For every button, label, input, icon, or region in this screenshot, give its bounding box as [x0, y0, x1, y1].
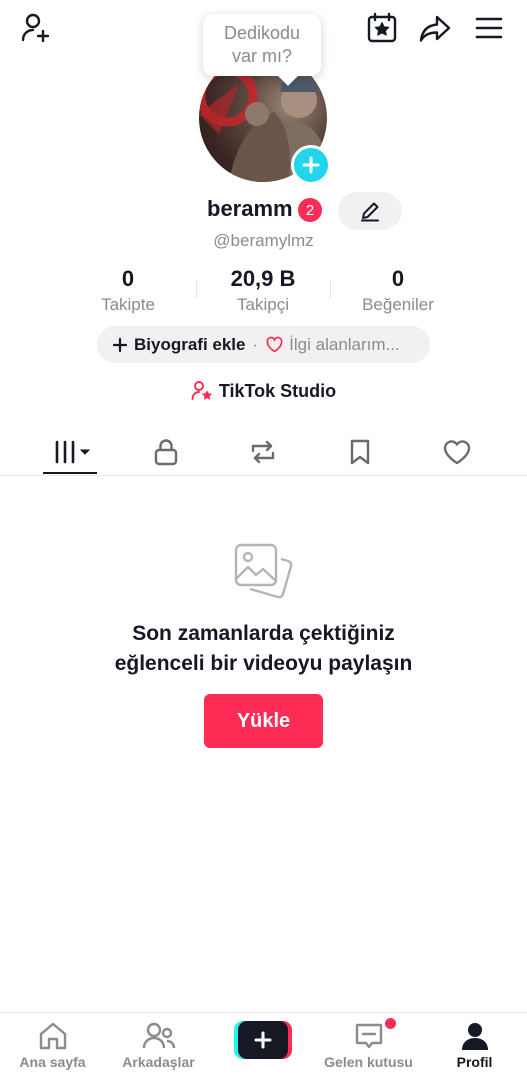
plus-icon: [302, 156, 320, 174]
nav-home[interactable]: Ana sayfa: [0, 1021, 105, 1070]
likes-count: 0: [391, 266, 405, 291]
friends-icon: [142, 1022, 175, 1049]
nav-profile-label: Profil: [456, 1054, 493, 1070]
videos-grid-icon: [55, 440, 91, 464]
nav-friends[interactable]: Arkadaşlar: [106, 1021, 211, 1070]
add-friend-button[interactable]: [18, 10, 54, 46]
following-label: Takipte: [101, 295, 155, 314]
pencil-icon: [361, 202, 379, 222]
menu-icon: [475, 17, 503, 39]
inbox-icon: [355, 1023, 382, 1049]
user-handle: @beramylmz: [213, 231, 314, 250]
add-user-icon: [21, 13, 50, 43]
heart-icon: [443, 440, 471, 465]
followers-label: Takipçi: [237, 295, 289, 314]
lock-icon: [154, 439, 178, 466]
menu-button[interactable]: [471, 10, 507, 46]
add-story-button[interactable]: [291, 145, 331, 185]
tiktok-studio-link[interactable]: TikTok Studio: [0, 380, 527, 402]
plus-icon: [112, 337, 128, 352]
empty-state-line-1: Son zamanlarda çektiğiniz: [132, 622, 395, 645]
likes-label: Beğeniler: [362, 295, 434, 314]
heart-outline-icon: [266, 336, 283, 353]
empty-state-line-2: eğlenceli bir videoyu paylaşın: [114, 652, 413, 675]
photo-gallery-icon: [234, 543, 293, 599]
interests-button[interactable]: İlgi alanlarım...: [289, 335, 400, 355]
following-count: 0: [121, 266, 135, 291]
bio-pill[interactable]: Biyografi ekle · İlgi alanlarım...: [97, 326, 430, 363]
share-icon: [419, 15, 451, 42]
tab-liked[interactable]: [435, 434, 479, 470]
nav-inbox-label: Gelen kutusu: [324, 1054, 413, 1070]
add-bio-button[interactable]: Biyografi ekle: [134, 335, 246, 355]
studio-user-star-icon: [191, 381, 213, 400]
nav-inbox[interactable]: Gelen kutusu: [316, 1021, 421, 1070]
nav-home-label: Ana sayfa: [19, 1054, 86, 1070]
upload-button[interactable]: Yükle: [204, 694, 323, 748]
tab-private[interactable]: [144, 434, 188, 470]
edit-profile-button[interactable]: [338, 192, 402, 230]
tab-videos[interactable]: [48, 434, 92, 470]
studio-label: TikTok Studio: [218, 380, 337, 401]
active-tab-indicator: [43, 472, 97, 474]
bottom-navigation: Ana sayfa Arkadaşlar Gelen kutusu Profil: [0, 1012, 527, 1080]
inbox-notification-dot: [385, 1018, 396, 1029]
calendar-button[interactable]: [364, 10, 400, 46]
home-icon: [39, 1022, 66, 1050]
stat-likes[interactable]: 0 Beğeniler: [328, 266, 468, 316]
profile-icon: [461, 1023, 488, 1050]
calendar-star-icon: [367, 12, 397, 43]
followers-count: 20,9 B: [230, 266, 296, 291]
notification-badge[interactable]: 2: [298, 198, 322, 222]
share-profile-button[interactable]: [417, 10, 453, 46]
nav-profile[interactable]: Profil: [422, 1021, 527, 1070]
username: beramm: [207, 196, 293, 221]
stat-followers[interactable]: 20,9 B Takipçi: [193, 266, 333, 316]
tab-saved[interactable]: [338, 434, 382, 470]
bookmark-icon: [350, 439, 370, 465]
content-tabs: [0, 428, 527, 476]
bio-separator: ·: [252, 334, 259, 354]
bubble-line-2: var mı?: [231, 46, 292, 66]
create-button[interactable]: [234, 1021, 292, 1059]
bubble-line-1: Dedikodu: [223, 23, 301, 43]
empty-state-message: Son zamanlarda çektiğiniz eğlenceli bir …: [0, 619, 527, 679]
plus-icon: [254, 1031, 272, 1049]
stat-following[interactable]: 0 Takipte: [58, 266, 198, 316]
tab-reposts[interactable]: [241, 434, 285, 470]
suggestion-bubble[interactable]: Dedikodu var mı?: [203, 14, 321, 76]
nav-friends-label: Arkadaşlar: [122, 1054, 195, 1070]
name-row: beramm 2: [0, 196, 527, 226]
repost-icon: [251, 440, 275, 464]
